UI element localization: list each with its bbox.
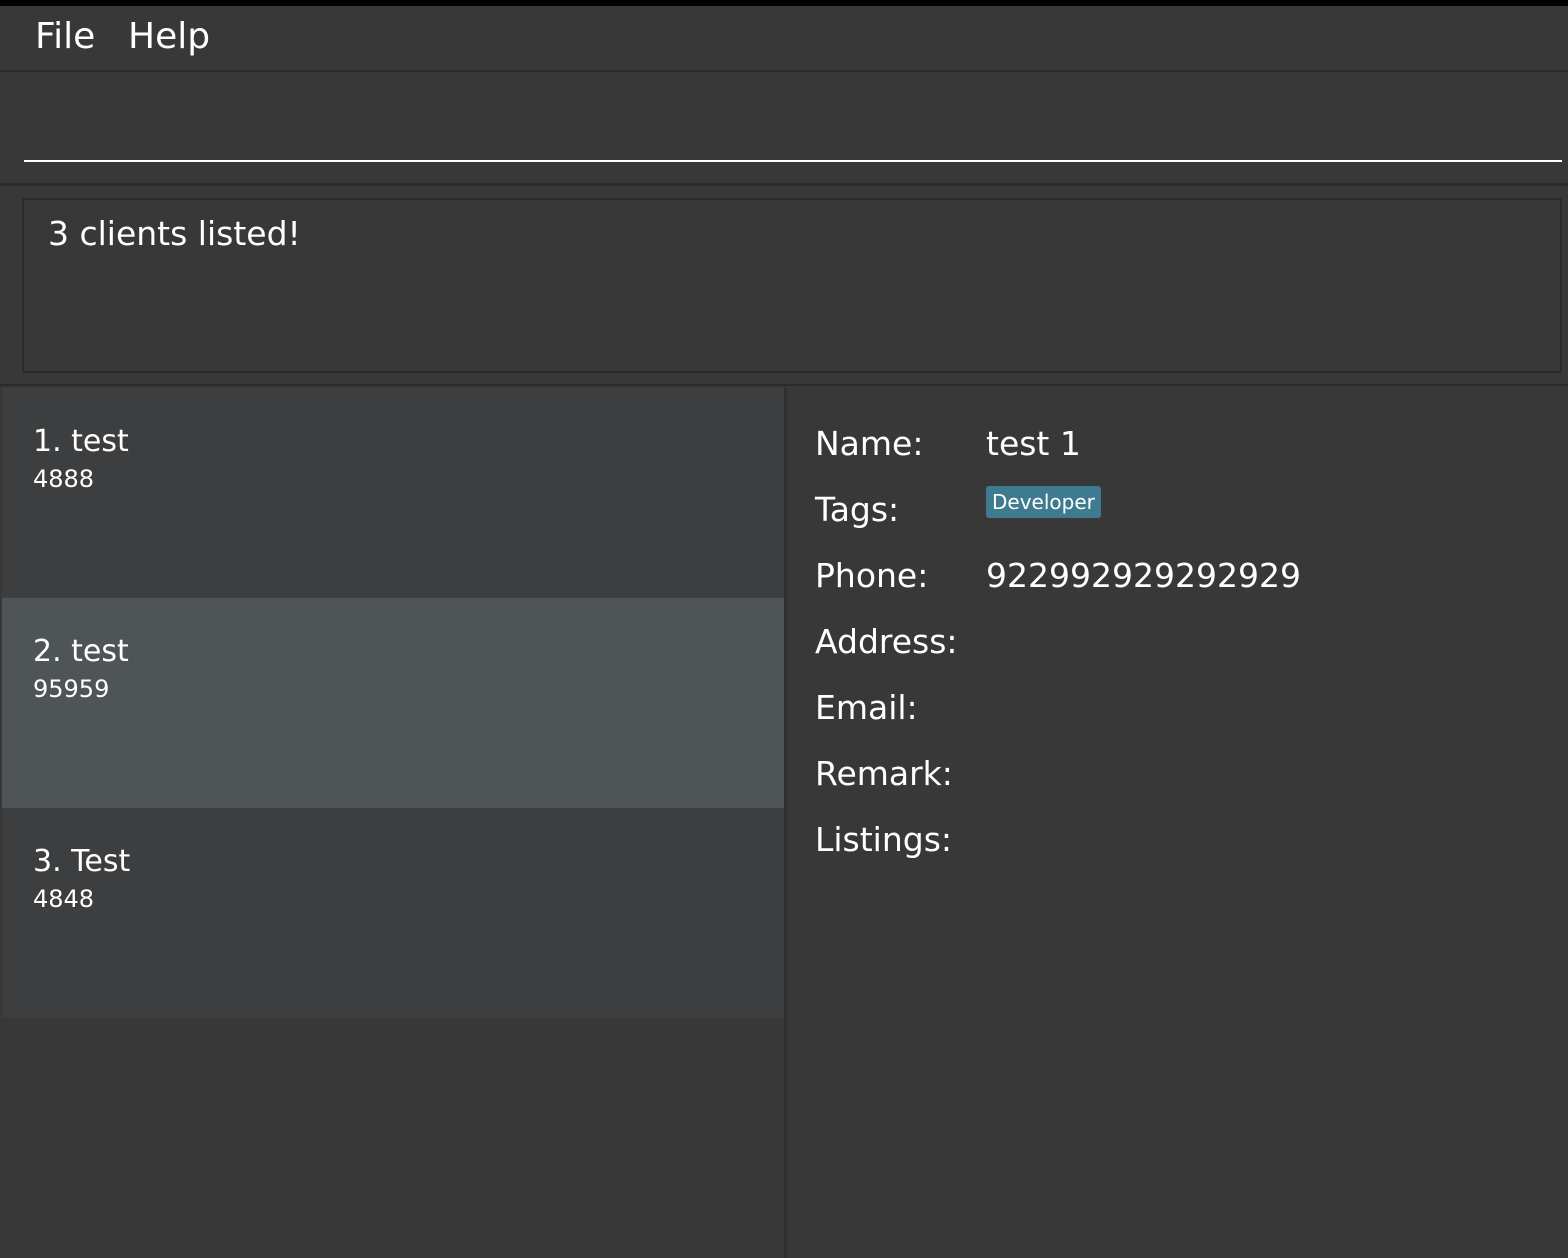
result-display: 3 clients listed! xyxy=(22,198,1562,373)
client-phone: 4848 xyxy=(33,885,95,913)
email-label: Email: xyxy=(815,688,918,727)
result-message: 3 clients listed! xyxy=(48,214,301,253)
client-name: 2. test xyxy=(33,634,129,669)
client-phone: 4888 xyxy=(33,465,95,493)
name-value: test 1 xyxy=(986,424,1081,463)
command-input[interactable] xyxy=(24,92,1562,162)
client-detail-panel: Name: test 1 Tags: Developer Phone: 9229… xyxy=(787,388,1568,1258)
client-phone: 95959 xyxy=(33,675,110,703)
phone-label: Phone: xyxy=(815,556,929,595)
menu-bar: File Help xyxy=(0,6,1568,70)
result-panel: 3 clients listed! xyxy=(0,186,1568,386)
phone-value: 922992929292929 xyxy=(986,556,1301,595)
client-list-item-selected[interactable]: 2. test 95959 xyxy=(2,598,784,808)
client-name: 3. Test xyxy=(33,844,131,879)
remark-label: Remark: xyxy=(815,754,953,793)
address-label: Address: xyxy=(815,622,958,661)
listings-label: Listings: xyxy=(815,820,953,859)
client-list-item[interactable]: 1. test 4888 xyxy=(2,388,784,598)
menu-file[interactable]: File xyxy=(35,16,95,57)
tags-label: Tags: xyxy=(815,490,900,529)
tag-badge: Developer xyxy=(986,486,1101,518)
menu-help[interactable]: Help xyxy=(128,16,210,57)
name-label: Name: xyxy=(815,424,924,463)
command-box xyxy=(0,70,1568,186)
client-list: 1. test 4888 2. test 95959 3. Test 4848 xyxy=(0,388,784,1258)
client-list-item[interactable]: 3. Test 4848 xyxy=(2,808,784,1018)
client-name: 1. test xyxy=(33,424,129,459)
